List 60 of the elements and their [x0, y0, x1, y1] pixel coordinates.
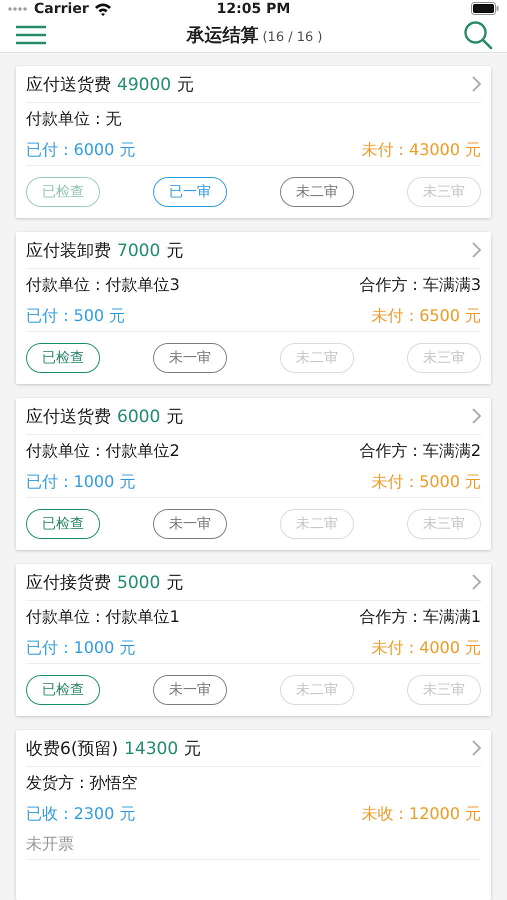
fee-title: 应付装卸费 — [26, 240, 111, 262]
fee-title: 收费6(预留) — [26, 738, 118, 760]
unpaid-amount: 未付 : 5000 元 — [372, 472, 481, 492]
chevron-right-icon — [472, 408, 481, 424]
fee-amount: 49000 — [117, 74, 172, 94]
page-title: 承运结算 — [186, 24, 258, 47]
fee-amount: 6000 — [117, 406, 160, 426]
info-label: 付款单位 : 付款单位1 — [26, 606, 180, 628]
chevron-right-icon — [472, 574, 481, 590]
review-status-button[interactable]: 未一审 — [153, 675, 227, 705]
paid-amount: 已收 : 2300 元 — [26, 804, 136, 824]
currency-unit: 元 — [166, 240, 184, 262]
fee-title: 应付送货费 — [26, 74, 111, 96]
settlement-card[interactable]: 收费6(预留) 14300 元 发货方 : 孙悟空 已收 : 2300 元 未收 : 12000 元 未开票 — [16, 730, 491, 900]
review-status-button[interactable]: 已检查 — [26, 343, 100, 373]
review-status-button[interactable]: 已检查 — [26, 675, 100, 705]
fee-amount: 5000 — [117, 572, 160, 592]
fee-title: 应付接货费 — [26, 572, 111, 594]
paid-amount: 已付 : 500 元 — [26, 306, 126, 326]
paid-amount: 已付 : 1000 元 — [26, 638, 136, 658]
review-status-button[interactable]: 未一审 — [153, 343, 227, 373]
fee-amount: 7000 — [117, 240, 160, 260]
settlement-card[interactable]: 应付送货费 6000 元 付款单位 : 付款单位2 合作方 : 车满满2 已付 : 1000 元 未付 : 5000 元 已检查 未一审 未二审 未三审 — [16, 398, 491, 550]
currency-unit: 元 — [184, 738, 202, 760]
currency-unit: 元 — [166, 406, 184, 428]
currency-unit: 元 — [166, 572, 184, 594]
status-time: 12:05 PM — [216, 0, 290, 17]
chevron-right-icon — [472, 76, 481, 92]
review-status-button[interactable]: 已一审 — [153, 177, 227, 207]
wifi-icon — [94, 2, 112, 16]
review-status-button[interactable]: 已检查 — [26, 509, 100, 539]
search-button[interactable] — [462, 20, 493, 50]
menu-button[interactable] — [16, 24, 46, 45]
unpaid-amount: 未收 : 12000 元 — [361, 804, 481, 824]
currency-unit: 元 — [177, 74, 194, 96]
settlement-card[interactable]: 应付装卸费 7000 元 付款单位 : 付款单位3 合作方 : 车满满3 已付 : 500 元 未付 : 6500 元 已检查 未一审 未二审 未三审 — [16, 232, 491, 384]
settlement-card[interactable]: 应付接货费 5000 元 付款单位 : 付款单位1 合作方 : 车满满1 已付 : 1000 元 未付 : 4000 元 已检查 未一审 未二审 未三审 — [16, 564, 491, 716]
paid-amount: 已付 : 6000 元 — [26, 140, 136, 160]
info-label: 付款单位 : 付款单位3 — [26, 274, 180, 296]
battery-icon — [471, 2, 499, 16]
partner-label: 合作方 : 车满满1 — [359, 606, 481, 628]
unpaid-amount: 未付 : 43000 元 — [361, 140, 481, 160]
invoice-status: 未开票 — [26, 834, 74, 854]
info-label: 付款单位 : 无 — [26, 108, 122, 130]
carrier-name: Carrier — [34, 0, 89, 17]
review-status-button[interactable]: 未二审 — [280, 177, 354, 207]
record-count: (16 / 16 ) — [262, 30, 322, 45]
partner-label: 合作方 : 车满满2 — [359, 440, 481, 462]
unpaid-amount: 未付 : 4000 元 — [372, 638, 481, 658]
fee-amount: 14300 — [124, 738, 178, 758]
chevron-right-icon — [472, 242, 481, 258]
unpaid-amount: 未付 : 6500 元 — [372, 306, 481, 326]
paid-amount: 已付 : 1000 元 — [26, 472, 136, 492]
info-label: 发货方 : 孙悟空 — [26, 772, 138, 794]
fee-title: 应付送货费 — [26, 406, 111, 428]
settlement-card[interactable]: 应付送货费 49000 元 付款单位 : 无 已付 : 6000 元 未付 : 43000 元 已检查 已一审 未二审 未三审 — [16, 66, 491, 218]
review-status-button[interactable]: 未一审 — [153, 509, 227, 539]
partner-label: 合作方 : 车满满3 — [359, 274, 481, 296]
chevron-right-icon — [472, 740, 481, 756]
info-label: 付款单位 : 付款单位2 — [26, 440, 180, 462]
